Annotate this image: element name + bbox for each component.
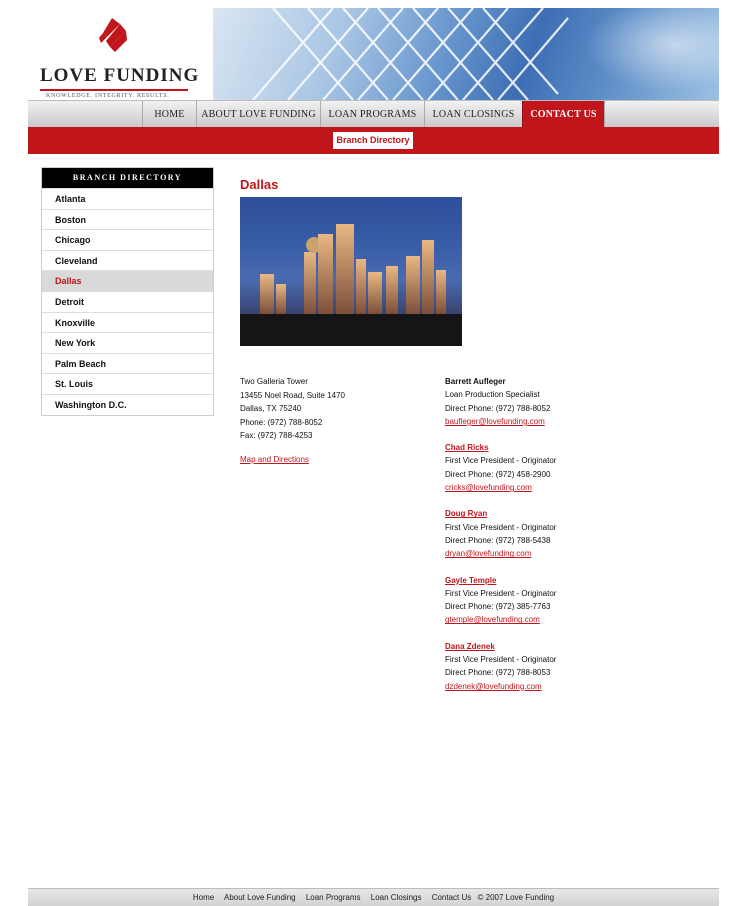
sidebar-item-palm-beach[interactable]: Palm Beach: [42, 352, 213, 374]
contact-card: Chad Ricks First Vice President - Origin…: [445, 441, 605, 494]
contact-card: Gayle Temple First Vice President - Orig…: [445, 574, 605, 627]
contact-email-link[interactable]: dzdenek@lovefunding.com: [445, 680, 605, 693]
sidebar-item-knoxville[interactable]: Knoxville: [42, 311, 213, 333]
footer-link-loan-closings[interactable]: Loan Closings: [371, 893, 422, 902]
main-nav: HOME ABOUT LOVE FUNDING LOAN PROGRAMS LO…: [28, 100, 719, 128]
water-foreground: [240, 314, 462, 346]
contact-phone: Direct Phone: (972) 788-8053: [445, 668, 551, 678]
copyright: © 2007 Love Funding: [477, 893, 555, 902]
contact-name-link[interactable]: Dana Zdenek: [445, 640, 605, 653]
brand-tagline: KNOWLEDGE. INTEGRITY. RESULTS.: [46, 93, 170, 99]
sidebar-item-cleveland[interactable]: Cleveland: [42, 249, 213, 271]
sub-nav-bar: Branch Directory: [28, 127, 719, 154]
contact-phone: Direct Phone: (972) 788-5438: [445, 535, 551, 545]
contact-name-link[interactable]: Gayle Temple: [445, 574, 605, 587]
page-title: Dallas: [240, 177, 279, 192]
sky-clouds: [569, 8, 719, 100]
building: [368, 272, 382, 314]
contact-title: Loan Production Specialist: [445, 390, 540, 400]
sidebar-title: BRANCH DIRECTORY: [42, 168, 213, 188]
contact-email-link[interactable]: dryan@lovefunding.com: [445, 547, 605, 560]
header-banner-image: [213, 8, 719, 100]
nav-contact-us[interactable]: CONTACT US: [522, 101, 604, 128]
contact-card: Doug Ryan First Vice President - Origina…: [445, 507, 605, 560]
contact-title: First Vice President - Originator: [445, 522, 557, 532]
brand-rule: [40, 89, 188, 91]
sidebar-item-detroit[interactable]: Detroit: [42, 290, 213, 312]
contact-email-link[interactable]: baufleger@lovefunding.com: [445, 415, 605, 428]
sidebar-item-chicago[interactable]: Chicago: [42, 229, 213, 250]
sidebar-item-boston[interactable]: Boston: [42, 208, 213, 230]
building: [276, 284, 286, 314]
brand-name: LOVE FUNDING: [40, 65, 200, 86]
building: [304, 252, 316, 314]
footer-link-home[interactable]: Home: [193, 893, 214, 902]
contact-email-link[interactable]: gtemple@lovefunding.com: [445, 613, 605, 626]
sidebar-item-st-louis[interactable]: St. Louis: [42, 373, 213, 394]
branch-address: Two Galleria Tower 13455 Noel Road, Suit…: [240, 375, 345, 443]
site-footer: Home About Love Funding Loan Programs Lo…: [28, 888, 719, 906]
contact-card: Barrett Aufleger Loan Production Special…: [445, 375, 605, 428]
branch-directory-sidebar: BRANCH DIRECTORY Atlanta Boston Chicago …: [41, 167, 214, 416]
sidebar-item-new-york[interactable]: New York: [42, 332, 213, 353]
nav-about-love-funding[interactable]: ABOUT LOVE FUNDING: [196, 101, 320, 128]
footer-link-contact-us[interactable]: Contact Us: [432, 893, 472, 902]
love-funding-logo-icon: [99, 18, 127, 52]
contact-name: Barrett Aufleger: [445, 377, 506, 386]
contact-name-link[interactable]: Chad Ricks: [445, 441, 605, 454]
contact-phone: Direct Phone: (972) 385-7763: [445, 602, 551, 612]
nav-divider: [604, 101, 605, 128]
contacts-list: Barrett Aufleger Loan Production Special…: [445, 375, 605, 706]
footer-link-about[interactable]: About Love Funding: [224, 893, 296, 902]
contact-phone: Direct Phone: (972) 788-8052: [445, 403, 551, 413]
building: [318, 234, 333, 314]
address-line-3: Dallas, TX 75240: [240, 404, 302, 413]
nav-loan-programs[interactable]: LOAN PROGRAMS: [320, 101, 424, 128]
footer-link-loan-programs[interactable]: Loan Programs: [306, 893, 361, 902]
building: [436, 270, 446, 314]
branch-phone: Phone: (972) 788-8052: [240, 417, 323, 427]
sidebar-item-dallas[interactable]: Dallas: [42, 270, 213, 291]
dallas-skyline-photo: [240, 197, 462, 346]
sidebar-item-atlanta[interactable]: Atlanta: [42, 188, 213, 209]
branch-fax: Fax: (972) 788-4253: [240, 431, 313, 440]
nav-loan-closings[interactable]: LOAN CLOSINGS: [424, 101, 522, 128]
contact-title: First Vice President - Originator: [445, 588, 557, 598]
address-line-2: 13455 Noel Road, Suite 1470: [240, 390, 345, 400]
contact-card: Dana Zdenek First Vice President - Origi…: [445, 640, 605, 693]
building: [386, 266, 398, 314]
building: [356, 259, 366, 314]
branch-directory-button[interactable]: Branch Directory: [333, 132, 413, 149]
address-line-1: Two Galleria Tower: [240, 377, 308, 386]
sidebar-item-washington-dc[interactable]: Washington D.C.: [42, 393, 213, 415]
nav-home[interactable]: HOME: [142, 101, 196, 128]
contact-phone: Direct Phone: (972) 458-2900: [445, 469, 551, 479]
contact-title: First Vice President - Originator: [445, 456, 557, 466]
site-header: LOVE FUNDING KNOWLEDGE. INTEGRITY. RESUL…: [28, 8, 719, 100]
contact-name-link[interactable]: Doug Ryan: [445, 507, 605, 520]
building: [336, 224, 354, 314]
building: [260, 274, 274, 314]
contact-email-link[interactable]: cricks@lovefunding.com: [445, 481, 605, 494]
logo[interactable]: LOVE FUNDING KNOWLEDGE. INTEGRITY. RESUL…: [28, 8, 213, 100]
map-and-directions-link[interactable]: Map and Directions: [240, 455, 309, 464]
contact-title: First Vice President - Originator: [445, 655, 557, 665]
building: [406, 256, 420, 314]
building: [422, 240, 434, 314]
